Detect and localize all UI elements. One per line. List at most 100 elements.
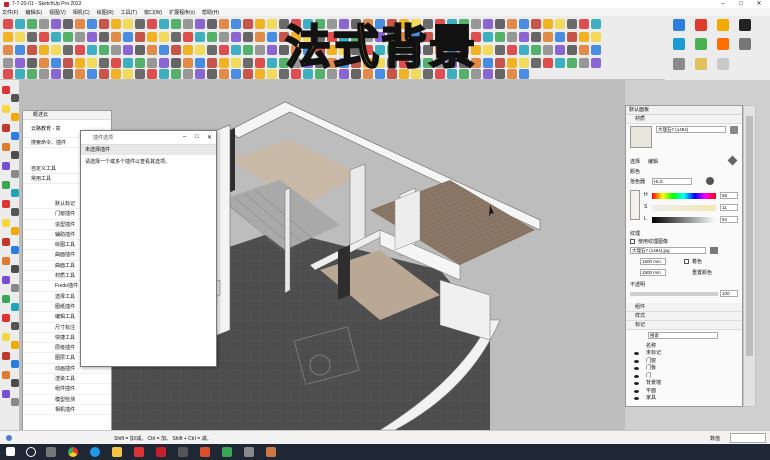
visibility-eye-icon[interactable]: [634, 367, 639, 370]
styles-section[interactable]: 样式: [626, 312, 742, 321]
menu-edit[interactable]: 编辑(E): [25, 9, 42, 16]
toolbar-tool-icon[interactable]: [3, 44, 13, 55]
toolbar-tool-icon[interactable]: [159, 31, 169, 42]
toolbar-tool-icon[interactable]: [567, 18, 577, 29]
toolbar-tool-icon[interactable]: [243, 31, 253, 42]
cloud-icon[interactable]: [673, 19, 685, 31]
toolbar-tool-icon[interactable]: [195, 18, 205, 29]
left-tool-icon[interactable]: [11, 360, 19, 368]
toolbar-tool-icon[interactable]: [51, 69, 61, 79]
toolbar-tool-icon[interactable]: [123, 31, 133, 42]
left-tool-icon[interactable]: [2, 200, 10, 208]
toolbar-tool-icon[interactable]: [27, 31, 37, 42]
left-tool-icon[interactable]: [2, 86, 10, 94]
photo-icon[interactable]: [673, 58, 685, 70]
dialog-maximize-button[interactable]: □: [195, 134, 199, 140]
match-color-icon[interactable]: [706, 177, 714, 185]
menu-view[interactable]: 视图(V): [49, 9, 66, 16]
sketchup-taskbar-icon[interactable]: [156, 447, 166, 457]
toolbar-tool-icon[interactable]: [39, 18, 49, 29]
toolbar-tool-icon[interactable]: [75, 69, 85, 79]
toolbar-tool-icon[interactable]: [27, 44, 37, 55]
left-tool-icon[interactable]: [2, 371, 10, 379]
toolbar-tool-icon[interactable]: [159, 69, 169, 79]
toolbar-tool-icon[interactable]: [63, 57, 73, 68]
toolbar-tool-icon[interactable]: [75, 31, 85, 42]
app2-icon[interactable]: [222, 447, 232, 457]
maximize-button[interactable]: □: [732, 0, 750, 8]
toolbar-tool-icon[interactable]: [255, 57, 265, 68]
toolbar-tool-icon[interactable]: [531, 57, 541, 68]
left-tool-icon[interactable]: [2, 124, 10, 132]
toolbar-tool-icon[interactable]: [495, 18, 505, 29]
toolbar-tool-icon[interactable]: [267, 31, 277, 42]
toolbar-tool-icon[interactable]: [567, 57, 577, 68]
toolbar-tool-icon[interactable]: [147, 57, 157, 68]
toolbar-tool-icon[interactable]: [567, 44, 577, 55]
toolbar-tool-icon[interactable]: [135, 69, 145, 79]
toolbar-tool-icon[interactable]: [27, 57, 37, 68]
toolbar-tool-icon[interactable]: [147, 18, 157, 29]
toolbar-tool-icon[interactable]: [555, 44, 565, 55]
toolbar-tool-icon[interactable]: [507, 18, 517, 29]
left-tool-icon[interactable]: [11, 170, 19, 178]
tag-row[interactable]: 未标记: [626, 350, 742, 358]
toolbar-tool-icon[interactable]: [75, 44, 85, 55]
toolbar-tool-icon[interactable]: [591, 44, 601, 55]
menu-help[interactable]: 帮助(H): [202, 9, 219, 16]
l-value[interactable]: 94: [720, 216, 738, 223]
toolbar-tool-icon[interactable]: [159, 44, 169, 55]
left-tool-icon[interactable]: [11, 189, 19, 197]
texture-height-field[interactable]: 1500 mm: [640, 269, 666, 276]
toolbar-tool-icon[interactable]: [3, 18, 13, 29]
toolbar-tool-icon[interactable]: [147, 44, 157, 55]
toolbar-tool-icon[interactable]: [51, 44, 61, 55]
toolbar-tool-icon[interactable]: [3, 31, 13, 42]
toolbar-tool-icon[interactable]: [507, 31, 517, 42]
toolbar-tool-icon[interactable]: [579, 31, 589, 42]
recorder-icon[interactable]: [200, 447, 210, 457]
warehouse-icon[interactable]: [717, 19, 729, 31]
toolbar-tool-icon[interactable]: [519, 57, 529, 68]
left-tool-icon[interactable]: [2, 105, 10, 113]
toolbar-tool-icon[interactable]: [15, 44, 25, 55]
close-button[interactable]: ✕: [750, 0, 768, 8]
toolbar-tool-icon[interactable]: [483, 57, 493, 68]
menu-draw[interactable]: 绘图(R): [97, 9, 114, 16]
toolbar-tool-icon[interactable]: [591, 57, 601, 68]
minimize-button[interactable]: –: [714, 0, 732, 8]
tag-row[interactable]: 平面: [626, 388, 742, 396]
left-tool-icon[interactable]: [11, 151, 19, 159]
toolbar-tool-icon[interactable]: [507, 44, 517, 55]
toolbar-tool-icon[interactable]: [543, 44, 553, 55]
toolbar-tool-icon[interactable]: [123, 18, 133, 29]
toolbar-tool-icon[interactable]: [243, 18, 253, 29]
opacity-value[interactable]: 100: [720, 290, 738, 297]
toolbar-tool-icon[interactable]: [51, 31, 61, 42]
toolbar-tool-icon[interactable]: [543, 31, 553, 42]
toolbar-tool-icon[interactable]: [219, 31, 229, 42]
toolbar-tool-icon[interactable]: [171, 31, 181, 42]
toolbar-tool-icon[interactable]: [543, 57, 553, 68]
s-slider[interactable]: [652, 205, 716, 211]
left-tool-icon[interactable]: [2, 276, 10, 284]
tray-tool-item[interactable]: 渲染工具: [23, 374, 111, 385]
left-tool-icon[interactable]: [2, 162, 10, 170]
left-tool-icon[interactable]: [2, 333, 10, 341]
toolbar-tool-icon[interactable]: [507, 57, 517, 68]
layout-icon[interactable]: [673, 38, 685, 50]
toolbar-tool-icon[interactable]: [579, 57, 589, 68]
menu-window[interactable]: 窗口(W): [144, 9, 162, 16]
reset-color-button[interactable]: 重置颜色: [692, 269, 712, 276]
toolbar-tool-icon[interactable]: [255, 44, 265, 55]
toolbar-tool-icon[interactable]: [15, 31, 25, 42]
toolbar-tool-icon[interactable]: [207, 69, 217, 79]
tags-section[interactable]: 标记: [626, 321, 742, 330]
colorize-checkbox[interactable]: [684, 259, 689, 264]
toolbar-tool-icon[interactable]: [591, 18, 601, 29]
s-value[interactable]: 11: [720, 204, 738, 211]
menu-extensions[interactable]: 扩展程序(x): [169, 9, 195, 16]
toolbar-tool-icon[interactable]: [231, 57, 241, 68]
toolbar-tool-icon[interactable]: [579, 44, 589, 55]
file-explorer-icon[interactable]: [112, 447, 122, 457]
